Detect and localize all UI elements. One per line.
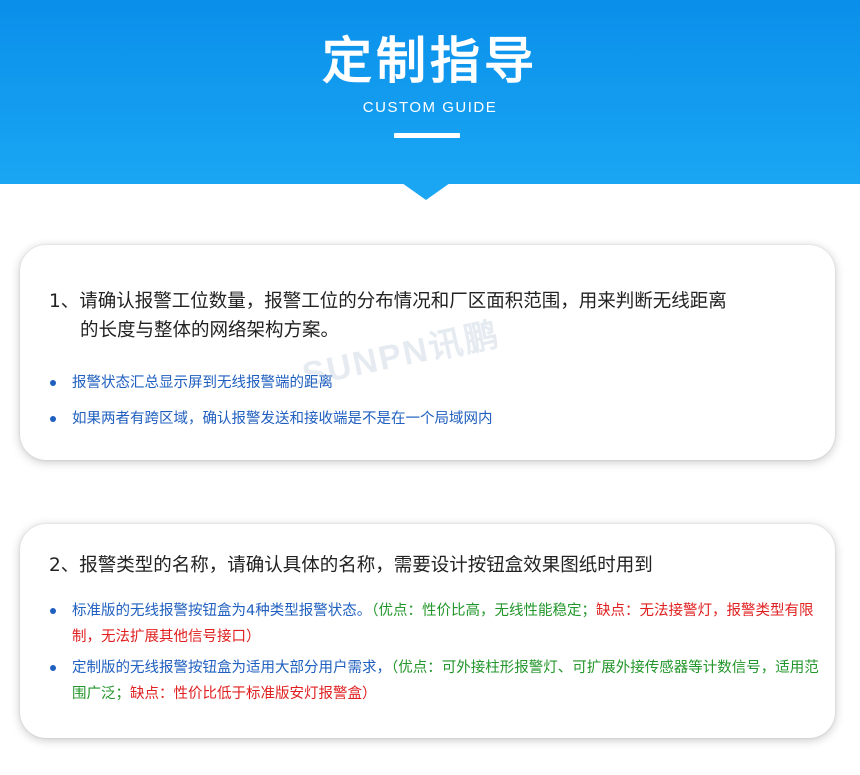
pros-text: （优点：性价比高，无线性能稳定； — [371, 603, 596, 619]
page-subtitle: CUSTOM GUIDE — [362, 99, 498, 116]
section2-bullet-custom: 定制版的无线报警按钮盒为适用大部分用户需求，（优点：可外接柱形报警灯、可扩展外接… — [50, 655, 822, 707]
section1-heading-line2: 的长度与整体的网络架构方案。 — [80, 320, 340, 341]
section1-bullet: 如果两者有跨区域，确认报警发送和接收端是不是在一个局域网内 — [50, 406, 493, 432]
section2-bullet-standard: 标准版的无线报警按钮盒为4种类型报警状态。（优点：性价比高，无线性能稳定；缺点：… — [50, 598, 822, 650]
section1-bullet: 报警状态汇总显示屏到无线报警端的距离 — [50, 370, 333, 396]
section1-heading-line1: 1、请确认报警工位数量，报警工位的分布情况和厂区面积范围，用来判断无线距离 — [49, 291, 727, 312]
page-title: 定制指导 — [322, 32, 538, 90]
title-underline — [394, 133, 460, 138]
banner-pointer-arrow — [402, 183, 450, 200]
bullet-main-text: 标准版的无线报警按钮盒为4种类型报警状态。 — [72, 603, 372, 619]
bullet-main-text: 定制版的无线报警按钮盒为适用大部分用户需求， — [72, 660, 391, 676]
cons-text: 缺点：性价比低于标准版安灯报警盒） — [130, 686, 377, 702]
section2-heading: 2、报警类型的名称，请确认具体的名称，需要设计按钮盒效果图纸时用到 — [49, 555, 653, 576]
section1-heading: 1、请确认报警工位数量，报警工位的分布情况和厂区面积范围，用来判断无线距离 的长… — [49, 287, 819, 345]
header-banner: 定制指导 CUSTOM GUIDE — [0, 0, 860, 184]
